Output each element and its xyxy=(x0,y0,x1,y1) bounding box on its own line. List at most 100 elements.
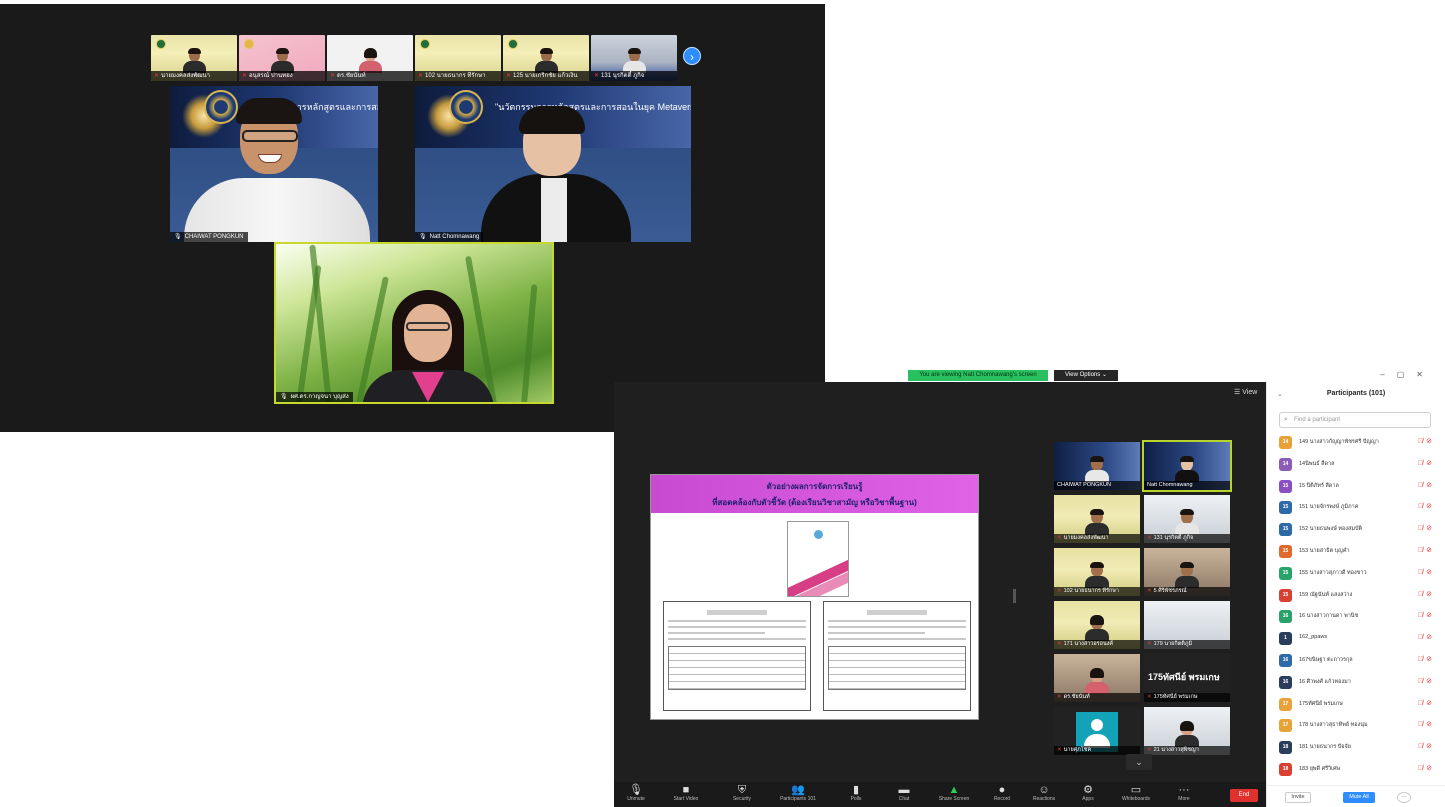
video-tile-speaker-left[interactable]: "นวัตกรรมการหลักสูตรและการสอนในยุค Metav… xyxy=(170,86,378,242)
mic-muted-and-video-off-icon: 🎙̸⊘ xyxy=(1417,699,1435,707)
view-button[interactable]: ☰ View xyxy=(1234,388,1257,396)
reactions-button[interactable]: ☺ Reactions xyxy=(1024,784,1064,803)
participant-thumbnail[interactable]: ✕ 131 นุรกิตติ์ ภูกิจ xyxy=(591,35,677,81)
document-cover-image xyxy=(787,521,849,597)
mic-muted-icon: ✕ xyxy=(1147,641,1152,647)
more-icon: ··· xyxy=(1178,784,1190,796)
speaker-name: Natt Chomnawang xyxy=(429,234,480,240)
start-video-button[interactable]: ■ Start Video xyxy=(666,784,706,803)
participant-row[interactable]: 17 178 นางสาวสุธาทิพย์ ทองนุ่ม 🎙̸⊘ xyxy=(1279,717,1435,735)
thumbnail-name: อนุสรณ์ ปานทอง xyxy=(249,73,293,79)
scroll-down-icon[interactable]: ⌄ xyxy=(1126,754,1152,770)
participant-row[interactable]: 14 149 นางสาวกัญญาพัชรศรี ปัญญา 🎙̸⊘ xyxy=(1279,434,1435,452)
video-tile[interactable]: ✕ 131 นุรกิตติ์ ภูกิจ xyxy=(1144,495,1230,543)
zoom-gallery-window: ✕ นายมงคลส่งพัฒนา ✕ อนุสรณ์ ปานทอง ✕ ดร.ชัย… xyxy=(0,4,825,432)
whiteboard-icon: ▭ xyxy=(1130,784,1142,796)
end-meeting-button[interactable]: End xyxy=(1230,789,1258,802)
polls-button[interactable]: ▮ Polls xyxy=(836,784,876,803)
participant-name: 159 ณัฐนันท์ แสงสว่าง xyxy=(1299,591,1353,598)
mic-muted-icon: ✕ xyxy=(154,73,160,79)
avatar: 16 xyxy=(1279,610,1292,624)
participant-name: 149 นางสาวกัญญาพัชรศรี ปัญญา xyxy=(1299,439,1379,445)
tile-name: 21 นางสาวสุพิชญา xyxy=(1153,747,1199,753)
chat-button[interactable]: ▬ Chat xyxy=(884,784,924,803)
video-tile-speaker-right[interactable]: "นวัตกรรมการหลักสูตรและการสอนในยุค Metav… xyxy=(415,86,691,242)
more-button[interactable]: ··· More xyxy=(1164,784,1204,803)
search-icon: ⌕ xyxy=(1284,416,1288,423)
video-tile[interactable]: ✕ นายมงคลส่งพัฒนา xyxy=(1054,495,1140,543)
avatar: 14 xyxy=(1279,457,1292,471)
mic-muted-and-video-off-icon: 🎙̸⊘ xyxy=(1417,743,1435,751)
mic-muted-and-video-off-icon: 🎙̸⊘ xyxy=(1417,765,1435,772)
apps-button[interactable]: ⚙ Apps xyxy=(1068,784,1108,803)
search-placeholder: Find a participant xyxy=(1294,417,1341,423)
video-tile[interactable]: CHAIWAT PONGKUN xyxy=(1054,442,1140,490)
thumbnail-name: 102 นายธนากร ทีรักษา xyxy=(425,73,486,79)
mute-all-button[interactable]: Mute All xyxy=(1343,792,1375,803)
participant-row[interactable]: 18 181 นายธนากร ปัจจัย 🎙̸⊘ xyxy=(1279,739,1435,757)
video-tile-active-speaker[interactable]: 🎙 ผศ.ดร.กาญจนา บุญส่ง xyxy=(274,242,554,404)
video-tile[interactable]: ✕ 171 นางสาวอรอนงค์ xyxy=(1054,601,1140,649)
video-tile[interactable]: Natt Chomnawang xyxy=(1142,440,1232,492)
tile-name: 179 นายกิตติภูมิ xyxy=(1153,641,1193,647)
participant-name: 153 นายสาธิต บุญคำ xyxy=(1299,548,1350,554)
avatar: 15 xyxy=(1279,479,1292,493)
view-options-button[interactable]: View Options ⌄ xyxy=(1054,370,1118,381)
video-tile[interactable]: ✕ 102 นายธนากร ทีรักษา xyxy=(1054,548,1140,596)
record-icon: ● xyxy=(998,784,1006,796)
unmute-button[interactable]: 🎙 Unmute xyxy=(616,784,656,803)
participant-thumbnail[interactable]: ✕ 125 นายเกริกชัย แก้วเงิน xyxy=(503,35,589,81)
participant-row[interactable]: 15 152 นายธนพงษ์ ทองสมบัติ 🎙̸⊘ xyxy=(1279,521,1435,539)
next-page-icon[interactable]: › xyxy=(683,47,701,65)
participant-thumbnail[interactable]: ✕ 102 นายธนากร ทีรักษา xyxy=(415,35,501,81)
participant-row[interactable]: 15 151 นายจักรพงษ์ ภูมิภาค 🎙̸⊘ xyxy=(1279,499,1435,517)
participant-row[interactable]: 15 153 นายสาธิต บุญคำ 🎙̸⊘ xyxy=(1279,543,1435,561)
record-button[interactable]: ● Record xyxy=(982,784,1022,803)
participant-row[interactable]: 16 16 นางสาวกานดา พานิช 🎙̸⊘ xyxy=(1279,608,1435,626)
security-button[interactable]: ⛨ Security xyxy=(722,784,762,803)
participant-row[interactable]: 17 175ทัศนีย์ พรมเกษ 🎙̸⊘ xyxy=(1279,696,1435,714)
participant-row[interactable]: 15 159 ณัฐนันท์ แสงสว่าง 🎙̸⊘ xyxy=(1279,587,1435,605)
mic-muted-icon: ✕ xyxy=(594,73,600,79)
mic-muted-and-video-off-icon: 🎙̸⊘ xyxy=(1417,481,1435,489)
document-form-image xyxy=(663,601,811,711)
mic-muted-icon: ✕ xyxy=(1147,588,1152,594)
video-tile[interactable]: ✕ ดร.ชัยนันท์ xyxy=(1054,654,1140,702)
avatar: 16 xyxy=(1279,654,1292,667)
mic-muted-icon: ✕ xyxy=(506,73,512,79)
tile-name: 102 นายธนากร ทีรักษา xyxy=(1063,588,1120,594)
participant-row[interactable]: 16 167ขนิษฐา ตะถาวรกุล 🎙̸⊘ xyxy=(1279,652,1435,670)
video-tile[interactable]: ✕ 21 นางสาวสุพิชญา xyxy=(1144,707,1230,755)
participant-thumbnail[interactable]: ✕ ดร.ชัยนันท์ xyxy=(327,35,413,81)
thumbnail-name: 125 นายเกริกชัย แก้วเงิน xyxy=(513,73,578,79)
whiteboards-button[interactable]: ▭ Whiteboards xyxy=(1116,784,1156,803)
zoom-share-window: ☰ View ตัวอย่างผลการจัดการเรียนรู้ ที่สอ… xyxy=(614,370,1445,807)
participants-panel: –▢✕ ⌄ Participants (101) ⌕ Find a partic… xyxy=(1266,370,1445,807)
search-participants-input[interactable]: ⌕ Find a participant xyxy=(1279,412,1431,428)
meeting-toolbar: 🎙 Unmute ■ Start Video ⛨ Security 👥 Particip… xyxy=(614,782,1266,807)
video-tile[interactable]: ✕ นายศุภโชค xyxy=(1054,707,1140,755)
school-seal-icon xyxy=(420,39,430,49)
video-tile[interactable]: ✕ 179 นายกิตติภูมิ xyxy=(1144,601,1230,649)
participant-row[interactable]: 15 155 นางสาวสุภาวดี ทองขาว 🎙̸⊘ xyxy=(1279,565,1435,583)
window-controls[interactable]: –▢✕ xyxy=(1380,370,1435,379)
more-options-button[interactable]: ··· xyxy=(1397,792,1411,803)
invite-button[interactable]: Invite xyxy=(1285,792,1311,803)
mic-muted-icon: ✕ xyxy=(1147,747,1152,753)
video-tile[interactable]: 175ทัศนีย์ พรมเกษ ✕ 175ทัศนีย์ พรมเกษ xyxy=(1144,654,1230,702)
participants-button[interactable]: 👥 Participants 101 xyxy=(778,784,818,803)
mic-muted-and-video-off-icon: 🎙̸⊘ xyxy=(1417,590,1435,598)
participant-thumbnail[interactable]: ✕ นายมงคลส่งพัฒนา xyxy=(151,35,237,81)
participant-name: 16 ศิวพงศ์ แก้วทองมา xyxy=(1299,678,1351,685)
participant-row[interactable]: 16 16 ศิวพงศ์ แก้วทองมา 🎙̸⊘ xyxy=(1279,674,1435,692)
share-screen-icon: ▲ xyxy=(948,784,960,796)
participant-row[interactable]: 18 183 ยุพดี ศรีวิเศษ 🎙̸⊘ xyxy=(1279,761,1435,779)
video-tile[interactable]: ✕ 5 ศิริพัชรภรณ์ xyxy=(1144,548,1230,596)
resize-handle[interactable] xyxy=(1013,589,1016,603)
participant-thumbnail[interactable]: ✕ อนุสรณ์ ปานทอง xyxy=(239,35,325,81)
participant-row[interactable]: 1 162_ppaws 🎙̸⊘ xyxy=(1279,630,1435,648)
participant-row[interactable]: 15 15 ปิติภัทร์ สีดาล 🎙̸⊘ xyxy=(1279,478,1435,496)
share-screen-button[interactable]: ▲ Share Screen xyxy=(934,784,974,803)
participant-row[interactable]: 14 14นิพนธ์ สีดาล 🎙̸⊘ xyxy=(1279,456,1435,474)
shared-slide: ตัวอย่างผลการจัดการเรียนรู้ ที่สอดคล้องก… xyxy=(650,474,979,720)
